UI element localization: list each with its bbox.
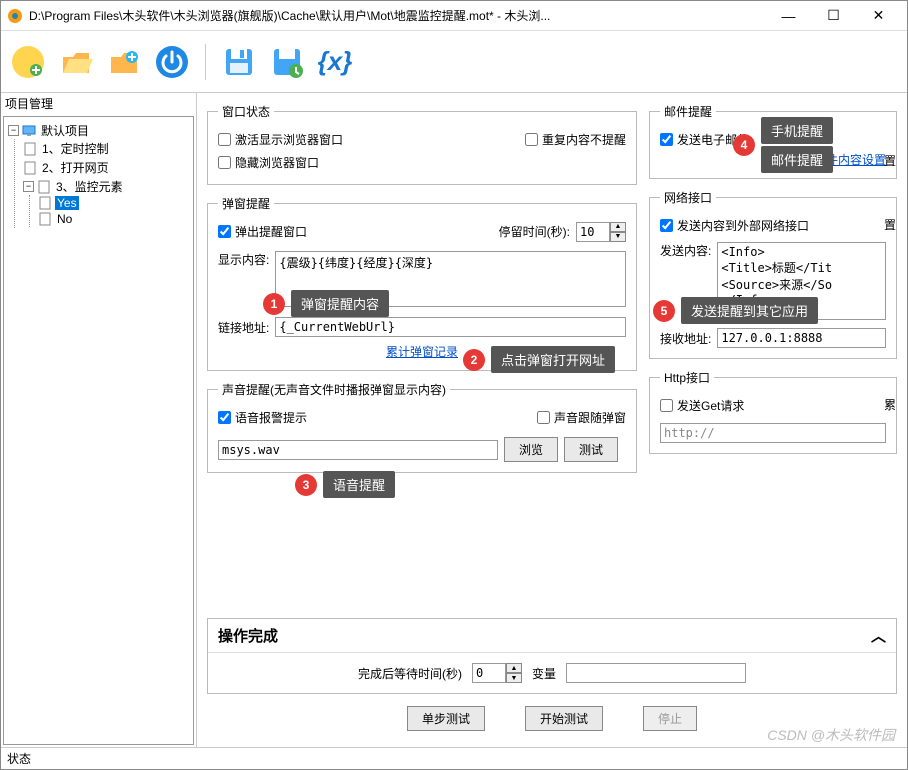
step-test-button[interactable]: 单步测试 [407, 706, 485, 731]
http-group: Http接口 发送Get请求 累 [649, 369, 897, 454]
sound-group: 声音提醒(无声音文件时播报弹窗显示内容) 语音报警提示 声音跟随弹窗 浏览 测试 [207, 381, 637, 473]
operation-complete-panel: 操作完成 ︿ 完成后等待时间(秒) ▲▼ 变量 [207, 618, 897, 694]
wait-time-spinner[interactable]: ▲▼ [472, 663, 522, 683]
minimize-button[interactable]: — [766, 2, 811, 30]
collapse-icon: ︿ [871, 625, 886, 646]
project-tree[interactable]: − 默认项目 1、定时控制 2、打开网页 − 3、监控元素 Yes No [3, 116, 194, 745]
toolbar: {x} [1, 31, 907, 93]
window-state-legend: 窗口状态 [218, 103, 274, 120]
tree-item-monitor[interactable]: 3、监控元素 [54, 178, 125, 195]
window-title: D:\Program Files\木头软件\木头浏览器(旗舰版)\Cache\默… [29, 7, 766, 24]
toolbar-add-folder-icon[interactable] [105, 43, 143, 81]
show-popup-checkbox[interactable]: 弹出提醒窗口 [218, 223, 307, 240]
toolbar-variable-icon[interactable]: {x} [316, 43, 354, 81]
display-content-input[interactable]: {震级}{纬度}{经度}{深度} [275, 251, 626, 307]
sidebar: 项目管理 − 默认项目 1、定时控制 2、打开网页 − 3、监控元素 [1, 93, 197, 747]
popup-legend: 弹窗提醒 [218, 195, 274, 212]
no-repeat-checkbox[interactable]: 重复内容不提醒 [525, 131, 626, 148]
stop-button[interactable]: 停止 [643, 706, 697, 731]
title-bar: D:\Program Files\木头软件\木头浏览器(旗舰版)\Cache\默… [1, 1, 907, 31]
stay-time-label: 停留时间(秒): [499, 223, 570, 240]
sound-legend: 声音提醒(无声音文件时播报弹窗显示内容) [218, 381, 450, 398]
page-icon [37, 180, 51, 194]
link-url-label: 链接地址: [218, 319, 269, 336]
mail-legend: 邮件提醒 [660, 103, 716, 120]
toolbar-new-icon[interactable] [9, 43, 47, 81]
page-icon [23, 161, 37, 175]
sidebar-title: 项目管理 [1, 93, 196, 114]
link-url-input[interactable] [275, 317, 626, 337]
wait-time-label: 完成后等待时间(秒) [358, 665, 462, 682]
send-content-input[interactable]: <Info> <Title>标题</Tit <Source>来源</So </I… [717, 242, 886, 320]
tree-item-yes[interactable]: Yes [55, 196, 79, 210]
recv-addr-input[interactable] [717, 328, 886, 348]
send-mail-checkbox[interactable]: 发送电子邮件 [660, 131, 886, 148]
activate-show-checkbox[interactable]: 激活显示浏览器窗口 [218, 131, 343, 148]
status-bar: 状态 [1, 747, 907, 769]
sound-file-input[interactable] [218, 440, 498, 460]
network-legend: 网络接口 [660, 189, 716, 206]
popup-group: 弹窗提醒 弹出提醒窗口 停留时间(秒): ▲▼ 显示内容: [207, 195, 637, 371]
status-text: 状态 [7, 750, 31, 767]
maximize-button[interactable]: ☐ [811, 2, 856, 30]
popup-history-link[interactable]: 累计弹窗记录 [386, 345, 458, 359]
close-button[interactable]: ✕ [856, 2, 901, 30]
toolbar-open-icon[interactable] [57, 43, 95, 81]
send-external-checkbox[interactable]: 发送内容到外部网络接口 [660, 217, 886, 234]
toolbar-power-icon[interactable] [153, 43, 191, 81]
toolbar-separator [205, 44, 206, 80]
variable-input[interactable] [566, 663, 746, 683]
tree-item-no[interactable]: No [55, 212, 74, 226]
sound-follow-checkbox[interactable]: 声音跟随弹窗 [537, 409, 626, 426]
tree-collapse-icon[interactable]: − [23, 181, 34, 192]
content-pane: 窗口状态 激活显示浏览器窗口 重复内容不提醒 隐藏浏览器窗口 弹窗提醒 弹出提醒… [197, 93, 907, 747]
start-test-button[interactable]: 开始测试 [525, 706, 603, 731]
toolbar-saveas-icon[interactable] [268, 43, 306, 81]
tree-collapse-icon[interactable]: − [8, 125, 19, 136]
hide-browser-checkbox[interactable]: 隐藏浏览器窗口 [218, 154, 626, 171]
recv-addr-label: 接收地址: [660, 330, 711, 347]
test-sound-button[interactable]: 测试 [564, 437, 618, 462]
window-state-group: 窗口状态 激活显示浏览器窗口 重复内容不提醒 隐藏浏览器窗口 [207, 103, 637, 185]
tree-root[interactable]: 默认项目 [39, 122, 91, 139]
app-icon [7, 8, 23, 24]
page-icon [38, 212, 52, 226]
send-content-label: 发送内容: [660, 242, 711, 259]
stay-time-spinner[interactable]: ▲▼ [576, 222, 626, 242]
voice-alarm-checkbox[interactable]: 语音报警提示 [218, 409, 307, 426]
http-legend: Http接口 [660, 369, 714, 386]
mail-config-link[interactable]: 邮件内容设置 [814, 153, 886, 167]
variable-label: 变量 [532, 665, 556, 682]
mail-group: 邮件提醒 发送电子邮件 邮件内容设置 置 [649, 103, 897, 179]
network-group: 网络接口 发送内容到外部网络接口 置 发送内容: <Info> <Title>标… [649, 189, 897, 359]
page-icon [38, 196, 52, 210]
page-icon [23, 142, 37, 156]
tree-item-openweb[interactable]: 2、打开网页 [40, 159, 111, 176]
tree-item-timer[interactable]: 1、定时控制 [40, 140, 111, 157]
operation-complete-header[interactable]: 操作完成 ︿ [208, 619, 896, 652]
http-url-input[interactable] [660, 423, 886, 443]
footer-buttons: 单步测试 开始测试 停止 [207, 694, 897, 737]
toolbar-save-icon[interactable] [220, 43, 258, 81]
monitor-icon [22, 124, 36, 138]
browse-button[interactable]: 浏览 [504, 437, 558, 462]
send-get-checkbox[interactable]: 发送Get请求 [660, 397, 886, 414]
display-content-label: 显示内容: [218, 251, 269, 268]
